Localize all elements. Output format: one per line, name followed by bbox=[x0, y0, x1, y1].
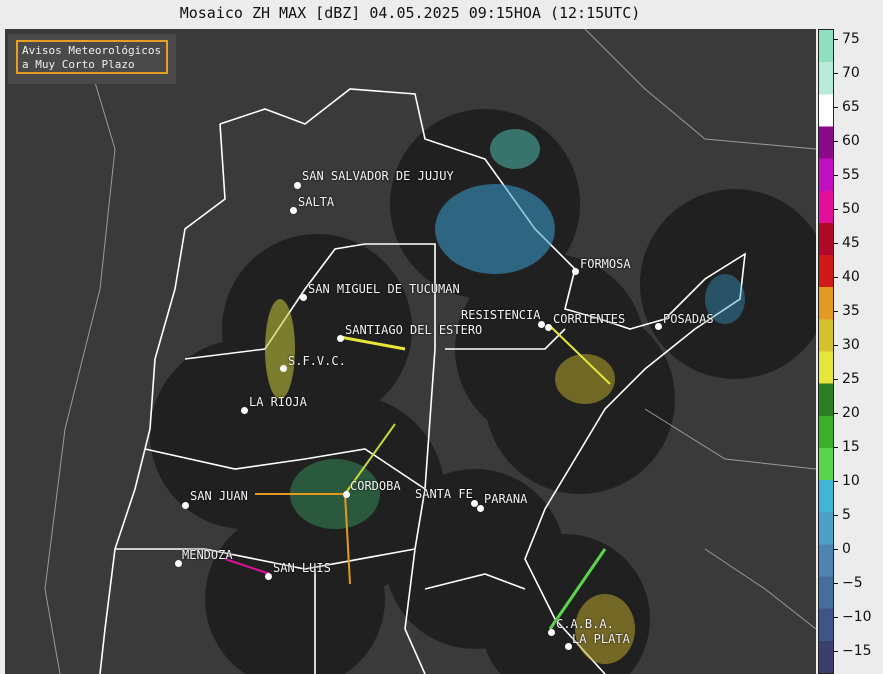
radar-circle-parana bbox=[385, 469, 565, 649]
colorbar-tick: 30 bbox=[834, 337, 860, 353]
colorbar-tick: −15 bbox=[834, 643, 872, 659]
page-title: Mosaico ZH MAX [dBZ] 04.05.2025 09:15HOA… bbox=[179, 4, 641, 22]
city-label-cordoba: CORDOBA bbox=[350, 479, 401, 493]
city-label-santafe: SANTA FE bbox=[415, 487, 473, 501]
city-dot-cordoba bbox=[342, 490, 350, 498]
dbz-colorbar bbox=[818, 29, 834, 674]
colorbar-tick: 65 bbox=[834, 99, 860, 115]
city-label-sanluis: SAN LUIS bbox=[273, 561, 331, 575]
colorbar-tick: −5 bbox=[834, 575, 863, 591]
city-label-formosa: FORMOSA bbox=[580, 257, 631, 271]
colorbar-tick: 25 bbox=[834, 371, 860, 387]
city-label-laplata: LA PLATA bbox=[572, 632, 630, 646]
city-label-corrientes: CORRIENTES bbox=[553, 312, 626, 326]
colorbar-tick: 20 bbox=[834, 405, 860, 421]
alert-line-1: Avisos Meteorológicos bbox=[22, 44, 162, 57]
city-dot-posadas bbox=[654, 322, 662, 330]
uruguay-border bbox=[704, 548, 816, 630]
map-canvas bbox=[44, 29, 816, 674]
city-dot-formosa bbox=[571, 267, 579, 275]
city-dot-parana bbox=[476, 504, 484, 512]
city-dot-larioja bbox=[240, 406, 248, 414]
city-dot-salta bbox=[289, 206, 297, 214]
city-dot-sanjuan bbox=[181, 501, 189, 509]
colorbar-tick: 40 bbox=[834, 269, 860, 285]
city-label-posadas: POSADAS bbox=[663, 312, 714, 326]
colorbar-tick: 60 bbox=[834, 133, 860, 149]
alert-line-2: a Muy Corto Plazo bbox=[22, 58, 135, 71]
colorbar-tick: 55 bbox=[834, 167, 860, 183]
city-dot-tucuman bbox=[299, 293, 307, 301]
city-dot-sanluis bbox=[264, 572, 272, 580]
colorbar-tick: 70 bbox=[834, 65, 860, 81]
colorbar-tick: 0 bbox=[834, 541, 851, 557]
city-label-caba: C.A.B.A. bbox=[556, 617, 614, 631]
city-label-sanjuan: SAN JUAN bbox=[190, 489, 248, 503]
city-label-parana: PARANA bbox=[484, 492, 528, 506]
city-label-santiago: SANTIAGO DEL ESTERO bbox=[345, 323, 483, 337]
city-label-jujuy: SAN SALVADOR DE JUJUY bbox=[302, 169, 454, 183]
city-dot-santiago bbox=[336, 334, 344, 342]
alert-box-frame[interactable]: Avisos Meteorológicos a Muy Corto Plazo bbox=[16, 40, 168, 74]
city-dot-corrientes bbox=[544, 323, 552, 331]
radar-map[interactable]: Avisos Meteorológicos a Muy Corto Plazo … bbox=[5, 29, 816, 674]
city-label-sfvc: S.F.V.C. bbox=[288, 354, 346, 368]
colorbar-tick: 35 bbox=[834, 303, 860, 319]
city-dot-caba bbox=[547, 628, 555, 636]
paraguay-bolivia-border bbox=[584, 29, 816, 150]
city-dot-laplata bbox=[564, 642, 572, 650]
colorbar-tick: 5 bbox=[834, 507, 851, 523]
city-label-tucuman: SAN MIGUEL DE TUCUMAN bbox=[308, 282, 460, 296]
city-label-salta: SALTA bbox=[298, 195, 335, 209]
city-label-resistencia: RESISTENCIA bbox=[461, 308, 541, 322]
city-dot-sfvc bbox=[279, 364, 287, 372]
city-dot-jujuy bbox=[293, 181, 301, 189]
colorbar-tick: 15 bbox=[834, 439, 860, 455]
city-dot-mendoza bbox=[174, 559, 182, 567]
chile-border bbox=[44, 48, 116, 674]
colorbar-tick: 10 bbox=[834, 473, 860, 489]
colorbar-tick: 45 bbox=[834, 235, 860, 251]
city-label-mendoza: MENDOZA bbox=[182, 548, 233, 562]
colorbar-tick: 75 bbox=[834, 31, 860, 47]
city-label-larioja: LA RIOJA bbox=[249, 395, 307, 409]
alert-box[interactable]: Avisos Meteorológicos a Muy Corto Plazo bbox=[8, 34, 176, 84]
colorbar-tick: −10 bbox=[834, 609, 872, 625]
colorbar-tick: 50 bbox=[834, 201, 860, 217]
